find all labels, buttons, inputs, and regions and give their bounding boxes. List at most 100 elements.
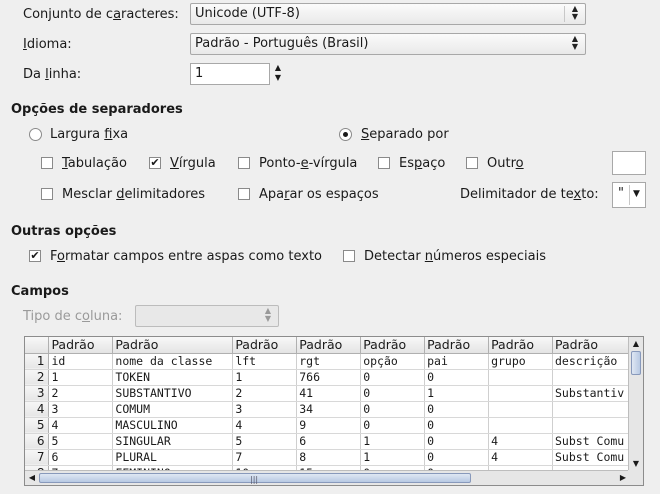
special-numbers-checkbox[interactable]	[343, 250, 355, 262]
grid-cell: 41	[296, 385, 362, 402]
trim-spaces-label: Aparar os espaços	[259, 187, 379, 202]
grid-cell: 3	[232, 401, 298, 418]
grid-cell	[488, 401, 553, 418]
grid-cell: 3	[48, 401, 114, 418]
row-number: 4	[25, 401, 50, 418]
row-number: 2	[25, 369, 50, 386]
spin-arrows-icon[interactable]: ▲ ▼	[270, 63, 286, 85]
charset-value: Unicode (UTF-8)	[195, 6, 300, 21]
grid-cell: MASCULINO	[112, 417, 234, 434]
other-checkbox[interactable]	[466, 157, 478, 169]
grid-header-row: Padrão Padrão Padrão Padrão Padrão Padrã…	[25, 337, 643, 354]
row-number: 3	[25, 385, 50, 402]
other-options-heading: Outras opções	[11, 224, 117, 239]
row-number: 5	[25, 417, 50, 434]
grid-cell: 6	[296, 433, 362, 450]
text-delimiter-value: "	[618, 186, 624, 201]
scroll-left-icon[interactable]: ◀	[25, 471, 39, 485]
table-row: 6 5 SINGULAR 5 6 1 0 4 Subst Comu	[25, 433, 643, 450]
tab-checkbox[interactable]	[41, 157, 53, 169]
column-type-label: Tipo de coluna:	[23, 309, 123, 324]
text-delimiter-label: Delimitador de texto:	[460, 187, 599, 202]
grid-cell: SINGULAR	[112, 433, 234, 450]
column-header[interactable]: Padrão	[232, 337, 298, 354]
horizontal-scrollbar[interactable]: ◀ ||| ▶	[25, 470, 630, 485]
row-number: 6	[25, 433, 50, 450]
trim-spaces-checkbox[interactable]	[238, 188, 250, 200]
grid-cell: rgt	[296, 353, 362, 370]
separator-options-heading: Opções de separadores	[11, 102, 183, 117]
from-line-value: 1	[195, 66, 204, 81]
grid-cell: 1	[360, 449, 426, 466]
grid-cell: PLURAL	[112, 449, 234, 466]
fixed-width-radio[interactable]	[29, 128, 42, 141]
column-header[interactable]: Padrão	[424, 337, 490, 354]
other-label: Outro	[487, 156, 524, 171]
other-separator-input[interactable]	[612, 151, 646, 175]
grid-cell: 0	[424, 369, 490, 386]
table-row: 7 6 PLURAL 7 8 1 0 4 Subst Comu	[25, 449, 643, 466]
grid-cell: 34	[296, 401, 362, 418]
grid-cell: COMUM	[112, 401, 234, 418]
semicolon-label: Ponto-e-vírgula	[259, 156, 358, 171]
charset-label: Conjunto de caracteres:	[23, 7, 179, 22]
grid-cell: 1	[360, 433, 426, 450]
column-header[interactable]: Padrão	[296, 337, 362, 354]
quoted-as-text-checkbox[interactable]: ✔	[29, 250, 41, 262]
grid-cell: SUBSTANTIVO	[112, 385, 234, 402]
table-row: 5 4 MASCULINO 4 9 0 0	[25, 417, 643, 434]
grid-cell: 766	[296, 369, 362, 386]
grid-cell: nome da classe	[112, 353, 234, 370]
preview-grid[interactable]: Padrão Padrão Padrão Padrão Padrão Padrã…	[24, 336, 644, 486]
grid-cell: 4	[232, 417, 298, 434]
grid-cell	[488, 417, 553, 434]
row-number: 1	[25, 353, 50, 370]
dropdown-arrow-icon: ▼	[633, 189, 640, 199]
merge-delimiters-checkbox[interactable]	[41, 188, 53, 200]
merge-delimiters-label: Mesclar delimitadores	[62, 187, 206, 202]
text-delimiter-combo[interactable]: " ▼	[612, 182, 646, 208]
grid-cell: 0	[360, 385, 426, 402]
updown-arrows-icon: ▲ ▼	[571, 34, 579, 51]
separated-by-radio[interactable]	[339, 128, 352, 141]
from-line-input[interactable]: 1	[190, 63, 270, 85]
column-header[interactable]: Padrão	[48, 337, 114, 354]
from-line-label: Da linha:	[23, 67, 82, 82]
separated-by-label: Separado por	[361, 127, 449, 142]
grid-cell: 1	[424, 385, 490, 402]
language-select[interactable]: Padrão - Português (Brasil) ▲ ▼	[190, 33, 586, 55]
space-label: Espaço	[399, 156, 446, 171]
table-row: 2 1 TOKEN 1 766 0 0	[25, 369, 643, 386]
scroll-up-icon[interactable]: ▲	[629, 338, 643, 350]
grid-cell: 5	[48, 433, 114, 450]
grid-cell: 2	[48, 385, 114, 402]
fixed-width-label: Largura fixa	[50, 127, 129, 142]
vertical-scrollbar[interactable]: ▲ ▼	[628, 337, 643, 471]
grid-cell: 2	[232, 385, 298, 402]
grid-cell: 1	[48, 369, 114, 386]
grid-cell: 5	[232, 433, 298, 450]
grid-cell: pai	[424, 353, 490, 370]
table-row: 1 id nome da classe lft rgt opção pai grupo desc…	[25, 353, 643, 370]
grid-cell: 0	[424, 449, 490, 466]
comma-label: Vírgula	[170, 156, 216, 171]
grid-cell: grupo	[488, 353, 553, 370]
grid-cell: 4	[488, 449, 553, 466]
column-type-select[interactable]: ▲ ▼	[135, 305, 279, 327]
grid-cell: 9	[296, 417, 362, 434]
grid-cell: 0	[424, 417, 490, 434]
comma-checkbox[interactable]: ✔	[149, 157, 161, 169]
column-header[interactable]: Padrão	[112, 337, 234, 354]
grid-cell: 8	[296, 449, 362, 466]
space-checkbox[interactable]	[378, 157, 390, 169]
vertical-scroll-thumb[interactable]	[631, 351, 641, 375]
grid-cell	[488, 369, 553, 386]
scroll-down-icon[interactable]: ▼	[629, 458, 643, 470]
column-header[interactable]: Padrão	[360, 337, 426, 354]
grid-cell: 0	[360, 401, 426, 418]
grid-cell: 0	[424, 433, 490, 450]
charset-select[interactable]: Unicode (UTF-8) ▲ ▼	[190, 3, 586, 25]
semicolon-checkbox[interactable]	[238, 157, 250, 169]
horizontal-scroll-thumb[interactable]: |||	[39, 473, 471, 484]
column-header[interactable]: Padrão	[488, 337, 553, 354]
